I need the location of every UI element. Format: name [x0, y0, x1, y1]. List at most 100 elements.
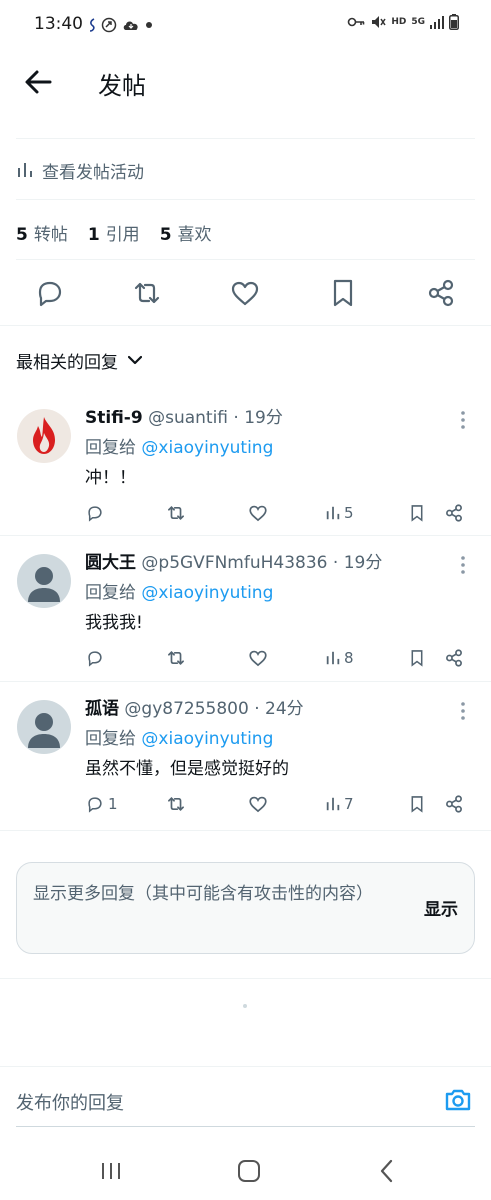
divider [0, 325, 491, 326]
repost-action[interactable] [165, 646, 187, 670]
reply-to-mention[interactable]: @xiaoyinyuting [141, 438, 273, 458]
status-time: 13:40 [34, 14, 83, 34]
divider [0, 681, 491, 682]
reply-item[interactable]: Stifi-9 @suantifi · 19分 回复给 @xiaoyinyuti… [0, 395, 491, 535]
reply-icon[interactable] [33, 276, 67, 310]
loading-dot [243, 1004, 247, 1008]
battery-icon [449, 14, 459, 30]
default-avatar[interactable] [17, 554, 71, 608]
camera-icon[interactable] [443, 1085, 473, 1115]
views-count[interactable]: 7 [325, 792, 354, 816]
engagement-stats: 5 转帖 1 引用 5 喜欢 [16, 210, 232, 254]
person-icon [28, 713, 60, 748]
divider [0, 830, 491, 831]
flame-avatar[interactable] [17, 409, 71, 463]
reply-sort-dropdown[interactable]: 最相关的回复 [16, 340, 142, 380]
more-replies-card: 显示更多回复（其中可能含有攻击性的内容） 显示 [16, 862, 475, 954]
reply-icon [88, 651, 102, 667]
reply-author-name[interactable]: 孤语 [85, 699, 119, 719]
show-more-replies-button[interactable]: 显示 [424, 895, 458, 920]
share-action[interactable] [443, 792, 465, 816]
5g-icon: 5G [411, 16, 425, 27]
default-avatar[interactable] [17, 700, 71, 754]
reposts-stat[interactable]: 5 转帖 [16, 220, 68, 245]
bookmark-action[interactable] [407, 646, 427, 670]
key-icon [348, 17, 365, 27]
repost-action[interactable] [165, 501, 187, 525]
heart-icon[interactable] [228, 276, 262, 310]
divider [16, 138, 475, 139]
reply-text: 我我我! [85, 613, 143, 633]
reply-count[interactable] [85, 501, 108, 525]
reply-to-mention[interactable]: @xiaoyinyuting [141, 729, 273, 749]
heart-icon [249, 650, 267, 667]
flame-icon [33, 417, 55, 454]
bookmark-icon[interactable] [326, 276, 360, 310]
repost-icon[interactable] [130, 276, 164, 310]
heart-icon [249, 796, 267, 813]
bar-chart-icon [326, 506, 340, 520]
bookmark-action[interactable] [407, 792, 427, 816]
reply-author-name[interactable]: 圆大王 [85, 553, 136, 573]
reply-text: 虽然不懂，但是感觉挺好的 [85, 759, 289, 779]
like-action[interactable] [247, 501, 269, 525]
reply-to-label: 回复给 [85, 729, 136, 749]
reply-item[interactable]: 孤语 @gy87255800 · 24分 回复给 @xiaoyinyuting … [0, 686, 491, 826]
bookmark-icon [411, 650, 423, 667]
system-nav-bar [0, 1140, 491, 1200]
more-options-icon[interactable] [455, 700, 471, 722]
reply-time: · 19分 [233, 408, 283, 428]
reply-icon [88, 506, 102, 522]
divider [0, 535, 491, 536]
post-activity-link[interactable]: 查看发帖活动 [16, 150, 144, 190]
back-icon[interactable] [372, 1156, 402, 1186]
share-icon [446, 504, 462, 522]
reply-author-handle[interactable]: @suantifi [148, 408, 228, 428]
reply-to-label: 回复给 [85, 583, 136, 603]
share-icon[interactable] [424, 276, 458, 310]
reply-to-mention[interactable]: @xiaoyinyuting [141, 583, 273, 603]
hd-icon: HD [391, 17, 407, 27]
vpn-icon [101, 17, 117, 33]
bookmark-icon [411, 796, 423, 813]
likes-stat[interactable]: 5 喜欢 [160, 220, 212, 245]
reply-input[interactable]: 发布你的回复 [16, 1089, 124, 1115]
arrow-left-icon[interactable] [22, 66, 54, 98]
reply-text: 冲！！ [85, 468, 136, 488]
reply-time: · 19分 [332, 553, 383, 573]
quotes-stat[interactable]: 1 引用 [88, 220, 140, 245]
reply-item[interactable]: 圆大王 @p5GVFNmfuH43836 · 19分 回复给 @xiaoyiny… [0, 540, 491, 680]
views-count[interactable]: 5 [325, 501, 354, 525]
bar-chart-icon [18, 163, 32, 177]
like-action[interactable] [247, 792, 269, 816]
like-action[interactable] [247, 646, 269, 670]
reply-time: · 24分 [254, 699, 304, 719]
heart-icon [249, 505, 267, 522]
repost-icon [168, 505, 184, 521]
reply-icon [88, 797, 102, 813]
share-action[interactable] [443, 501, 465, 525]
signal-hook-icon [89, 18, 95, 32]
views-count[interactable]: 8 [325, 646, 354, 670]
status-bar: 13:40 HD 5G [0, 0, 491, 52]
home-icon[interactable] [234, 1156, 264, 1186]
repost-icon [168, 650, 184, 666]
share-action[interactable] [443, 646, 465, 670]
recent-apps-icon[interactable] [96, 1156, 126, 1186]
repost-icon [168, 796, 184, 812]
more-options-icon[interactable] [455, 554, 471, 576]
dot-icon [146, 22, 152, 28]
more-options-icon[interactable] [455, 409, 471, 431]
bookmark-action[interactable] [407, 501, 427, 525]
reply-author-handle[interactable]: @p5GVFNmfuH43836 [141, 553, 327, 573]
reply-author-handle[interactable]: @gy87255800 [124, 699, 248, 719]
reply-sort-label: 最相关的回复 [16, 352, 118, 373]
divider [16, 259, 475, 260]
cloud-icon [123, 21, 138, 30]
chevron-down-icon [128, 355, 142, 365]
divider [0, 978, 491, 979]
reply-count[interactable]: 1 [85, 792, 118, 816]
reply-count[interactable] [85, 646, 108, 670]
repost-action[interactable] [165, 792, 187, 816]
reply-author-name[interactable]: Stifi-9 [85, 408, 143, 428]
